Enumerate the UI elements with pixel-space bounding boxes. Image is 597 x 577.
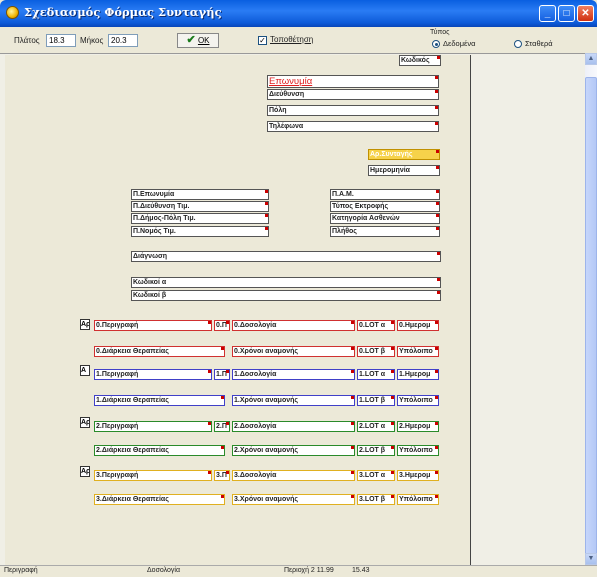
field-phone[interactable]: Τηλέφωνα: [267, 121, 439, 132]
row3-lot-b[interactable]: 3.LOT β: [357, 494, 395, 505]
row0-tag[interactable]: Αρ: [80, 319, 90, 330]
field-amka[interactable]: Π.Α.Μ.: [330, 189, 440, 200]
row0-small[interactable]: 0.Π: [214, 320, 230, 331]
row2-wait[interactable]: 2.Χρόνοι αναμονής: [232, 445, 355, 456]
field-codes-a[interactable]: Κωδικοί α: [131, 277, 441, 288]
field-city[interactable]: Πόλη: [267, 105, 439, 116]
row0-duration[interactable]: 0.Διάρκεια Θεραπείας: [94, 346, 225, 357]
field-codes-b[interactable]: Κωδικοί β: [131, 290, 441, 301]
type-radio-data-label: Δεδομένα: [443, 39, 476, 48]
status-cell-3: Περιοχή 2 11.99: [284, 567, 334, 574]
row2-small[interactable]: 2.Π: [214, 421, 230, 432]
row2-duration[interactable]: 2.Διάρκεια Θεραπείας: [94, 445, 225, 456]
row1-lot-b[interactable]: 1.LOT β: [357, 395, 395, 406]
row0-date[interactable]: 0.Ημερομ: [397, 320, 439, 331]
row3-remaining[interactable]: Υπόλοιπο: [397, 494, 439, 505]
ok-button-label: OK: [197, 36, 210, 45]
row0-description[interactable]: 0.Περιγραφή: [94, 320, 212, 331]
row3-small[interactable]: 3.Π: [214, 470, 230, 481]
row3-lot-a[interactable]: 3.LOT α: [357, 470, 395, 481]
row3-duration[interactable]: 3.Διάρκεια Θεραπείας: [94, 494, 225, 505]
field-diagnosis[interactable]: Διάγνωση: [131, 251, 441, 262]
status-cell-4: 15.43: [352, 567, 370, 574]
minimize-button[interactable]: _: [539, 5, 556, 22]
row1-lot-a[interactable]: 1.LOT α: [357, 369, 395, 380]
row2-description[interactable]: 2.Περιγραφή: [94, 421, 212, 432]
field-code[interactable]: Κωδικός: [399, 55, 441, 66]
field-date[interactable]: Ημερομηνία: [368, 165, 440, 176]
title-bar[interactable]: Σχεδιασμός Φόρμας Συνταγής _ □ ✕: [0, 0, 597, 27]
row3-tag[interactable]: Αρ: [80, 466, 90, 477]
ok-button[interactable]: ✔ OK: [177, 33, 219, 48]
row3-date[interactable]: 3.Ημερομ: [397, 470, 439, 481]
row3-description[interactable]: 3.Περιγραφή: [94, 470, 212, 481]
row0-dosage[interactable]: 0.Δοσολογία: [232, 320, 355, 331]
row1-dosage[interactable]: 1.Δοσολογία: [232, 369, 355, 380]
maximize-button[interactable]: □: [558, 5, 575, 22]
row1-tag[interactable]: Α: [80, 365, 90, 376]
field-address[interactable]: Διεύθυνση: [267, 89, 439, 100]
app-icon: [6, 6, 19, 19]
row3-dosage[interactable]: 3.Δοσολογία: [232, 470, 355, 481]
position-checkbox[interactable]: ✓: [258, 36, 267, 45]
field-coverage[interactable]: Τύπος Εκτροφής: [330, 201, 440, 212]
row1-small[interactable]: 1.Π: [214, 369, 230, 380]
field-p-county[interactable]: Π.Νομός Τιμ.: [131, 226, 269, 237]
type-group-label: Τύπος: [430, 29, 450, 36]
row0-remaining[interactable]: Υπόλοιπο: [397, 346, 439, 357]
row0-lot-a[interactable]: 0.LOT α: [357, 320, 395, 331]
row2-remaining[interactable]: Υπόλοιπο: [397, 445, 439, 456]
width-label: Πλάτος: [14, 36, 40, 45]
vertical-scrollbar[interactable]: ▲ ▼: [585, 53, 597, 565]
window-title: Σχεδιασμός Φόρμας Συνταγής: [24, 5, 222, 19]
close-button[interactable]: ✕: [577, 5, 594, 22]
field-name[interactable]: Επωνυμία: [267, 75, 439, 88]
field-p-name[interactable]: Π.Επωνυμία: [131, 189, 269, 200]
row3-wait[interactable]: 3.Χρόνοι αναμονής: [232, 494, 355, 505]
field-p-city[interactable]: Π.Δήμος-Πόλη Τιμ.: [131, 213, 269, 224]
row1-wait[interactable]: 1.Χρόνοι αναμονής: [232, 395, 355, 406]
toolbar: Πλάτος 18.3 Μήκος 20.3 ✓ Τοποθέτηση Τύπο…: [0, 27, 597, 52]
status-cell-2: Δοσολογία: [147, 567, 181, 574]
row0-lot-b[interactable]: 0.LOT β: [357, 346, 395, 357]
scroll-up-icon[interactable]: ▲: [585, 53, 597, 65]
status-cell-1: Περιγραφή: [4, 567, 38, 574]
length-label: Μήκος: [80, 36, 104, 45]
position-checkbox-label: Τοποθέτηση: [270, 35, 314, 44]
form-paper[interactable]: Κωδικός Επωνυμία Διεύθυνση Πόλη Τηλέφωνα…: [5, 55, 471, 565]
row1-description[interactable]: 1.Περιγραφή: [94, 369, 212, 380]
field-rx-number[interactable]: Αρ.Συνταγής: [368, 149, 440, 160]
row2-tag[interactable]: Αρ: [80, 417, 90, 428]
type-radio-constant[interactable]: [514, 40, 522, 48]
row1-remaining[interactable]: Υπόλοιπο: [397, 395, 439, 406]
row1-date[interactable]: 1.Ημερομ: [397, 369, 439, 380]
scroll-down-icon[interactable]: ▼: [585, 553, 597, 565]
scroll-thumb[interactable]: [585, 77, 597, 559]
field-category[interactable]: Κατηγορία Ασθενών: [330, 213, 440, 224]
check-icon: ✔: [186, 34, 196, 46]
row2-lot-b[interactable]: 2.LOT β: [357, 445, 395, 456]
width-input[interactable]: 18.3: [46, 34, 76, 47]
row2-date[interactable]: 2.Ημερομ: [397, 421, 439, 432]
length-input[interactable]: 20.3: [108, 34, 138, 47]
status-bar: Περιγραφή Δοσολογία Περιοχή 2 11.99 15.4…: [0, 565, 597, 577]
row2-dosage[interactable]: 2.Δοσολογία: [232, 421, 355, 432]
row1-duration[interactable]: 1.Διάρκεια Θεραπείας: [94, 395, 225, 406]
field-count[interactable]: Πλήθος: [330, 226, 440, 237]
type-radio-data[interactable]: [432, 40, 440, 48]
type-radio-constant-label: Σταθερά: [525, 39, 553, 48]
designer-window: Σχεδιασμός Φόρμας Συνταγής _ □ ✕ Πλάτος …: [0, 0, 597, 577]
field-p-address[interactable]: Π.Διεύθυνση Τιμ.: [131, 201, 269, 212]
row2-lot-a[interactable]: 2.LOT α: [357, 421, 395, 432]
row0-wait[interactable]: 0.Χρόνοι αναμονής: [232, 346, 355, 357]
